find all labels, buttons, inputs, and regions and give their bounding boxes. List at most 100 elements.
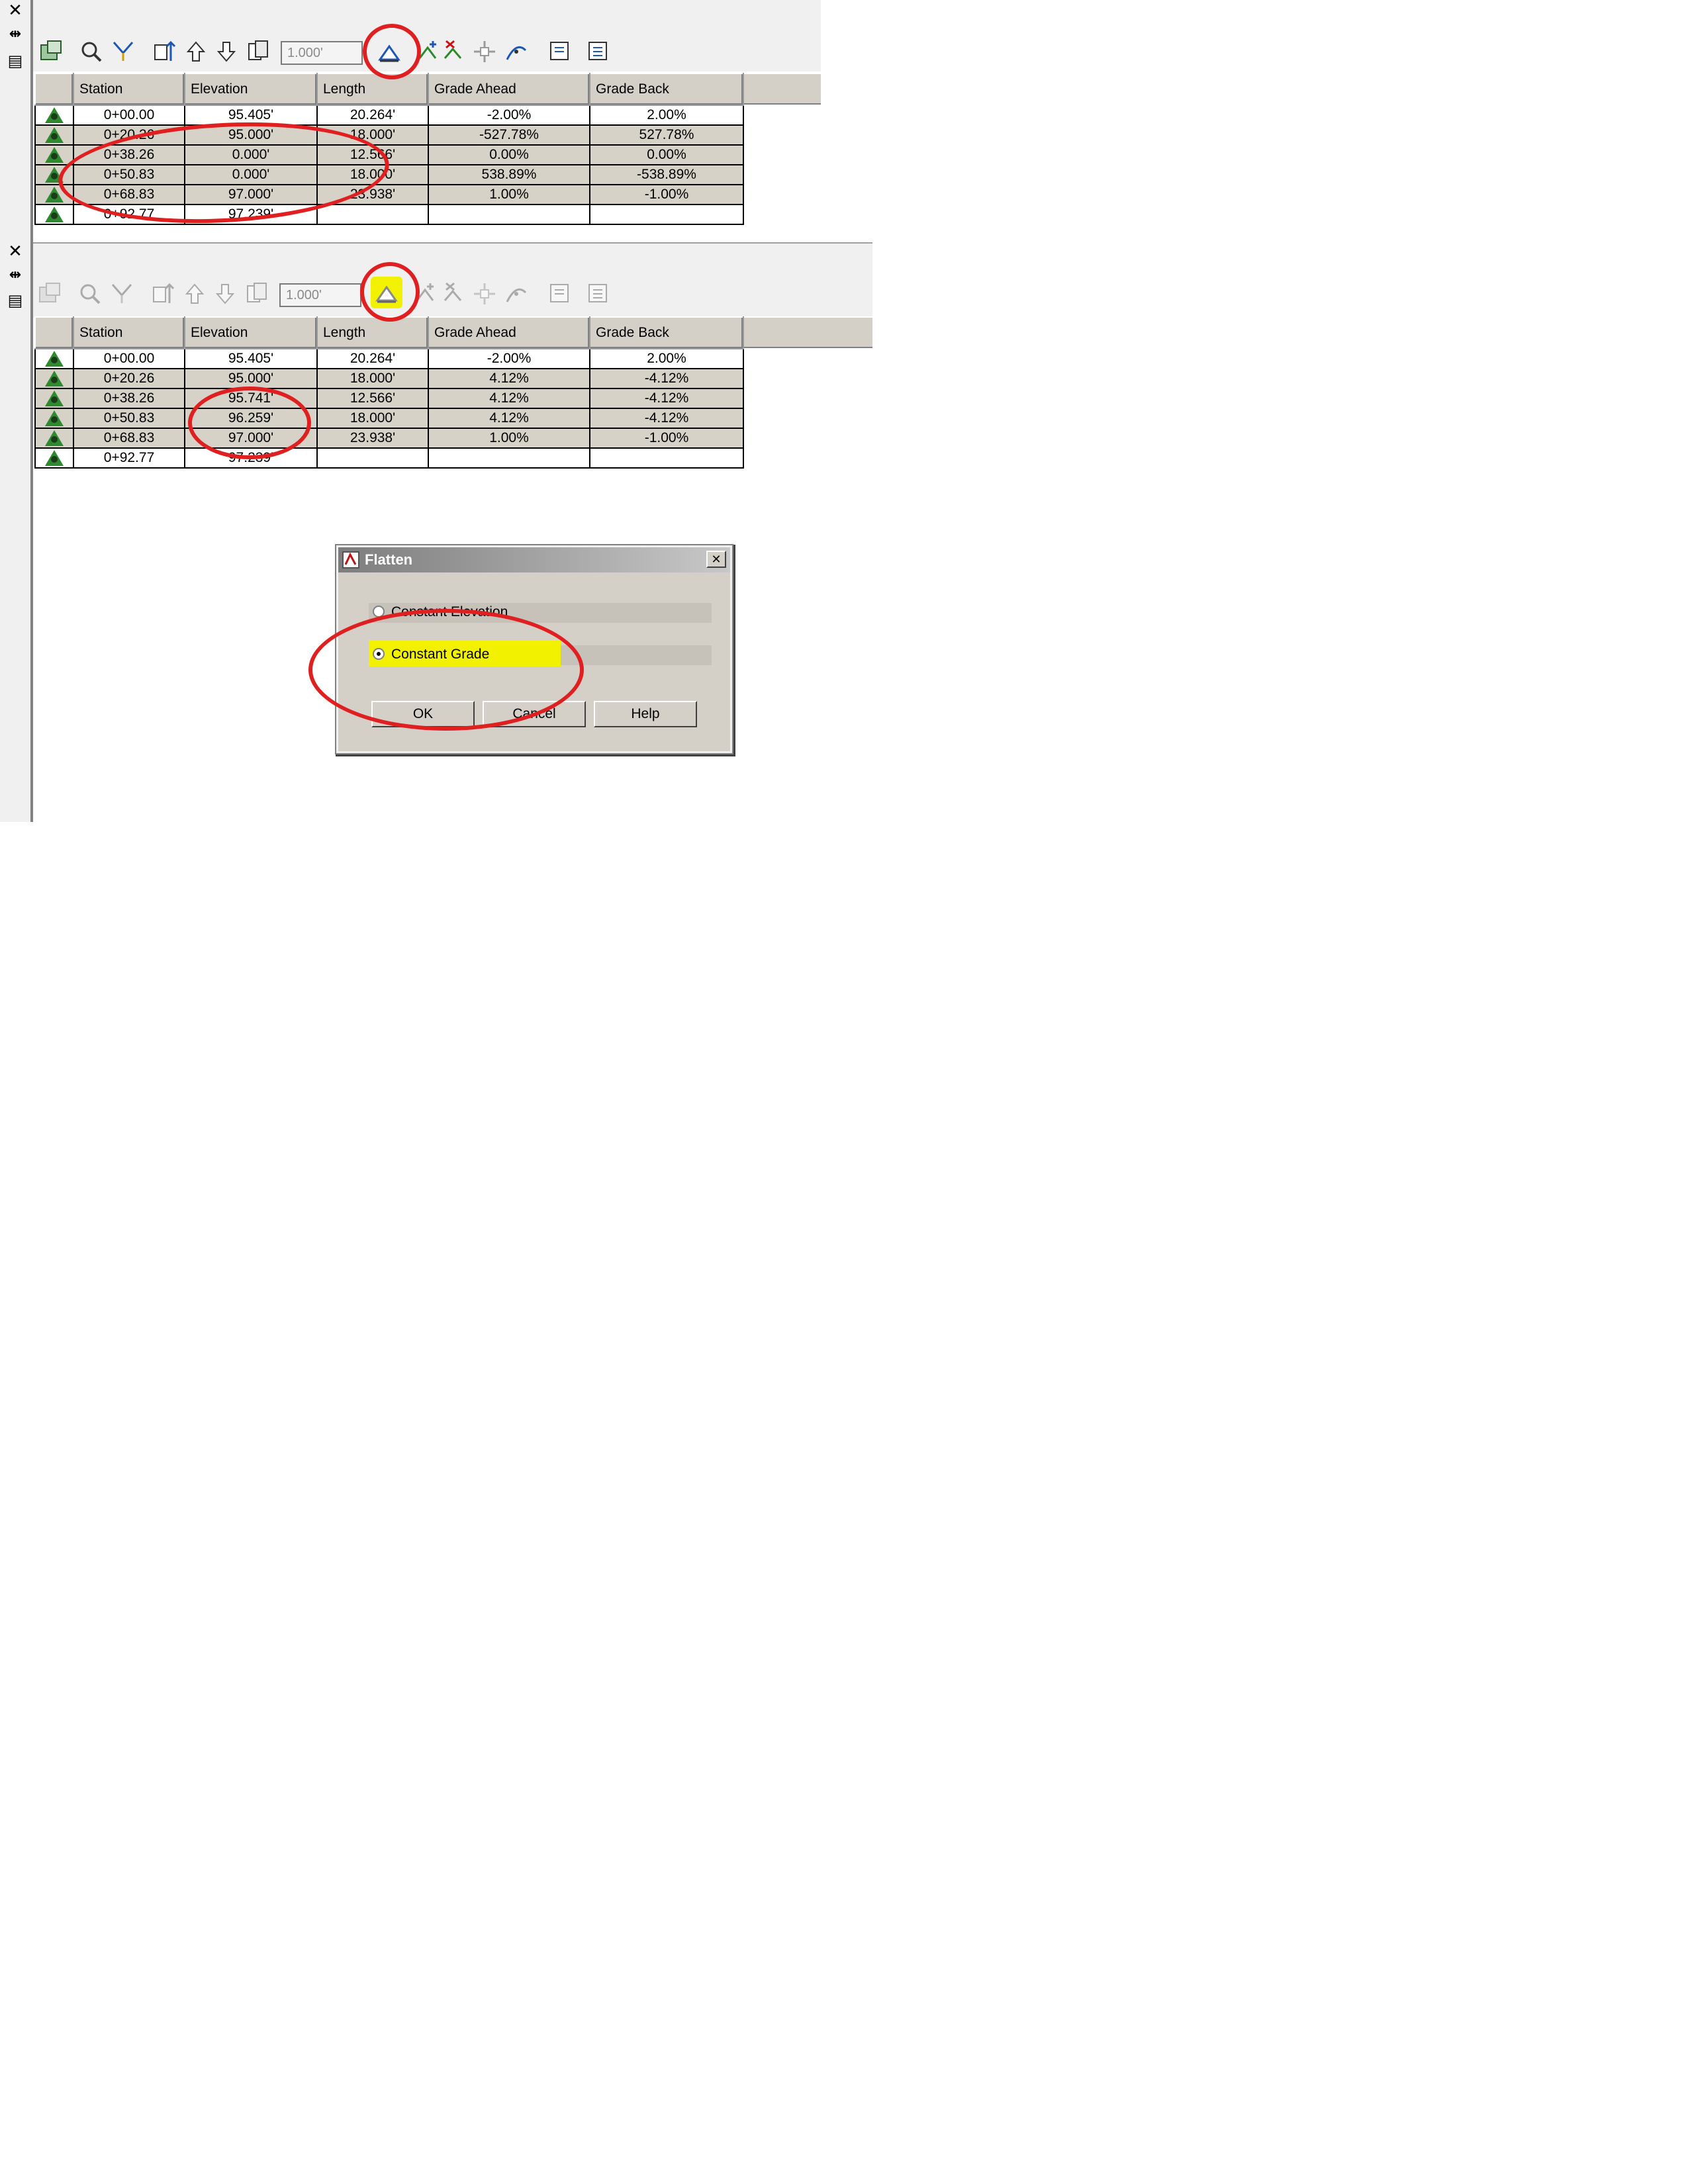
scale-input[interactable]: 1.000'	[279, 283, 361, 307]
column-header-grade-back[interactable]: Grade Back	[589, 73, 744, 106]
copy-profile-icon[interactable]	[244, 281, 270, 307]
help-button[interactable]: Help	[594, 701, 697, 727]
properties-icon[interactable]: ▤	[5, 52, 25, 70]
station-cell[interactable]: 0+00.00	[73, 348, 185, 369]
curve-icon[interactable]	[503, 38, 530, 65]
grade-back-cell[interactable]	[589, 447, 744, 469]
table-row[interactable]: 0+68.83 97.000' 23.938' 1.00% -1.00%	[34, 184, 744, 205]
table-row[interactable]: 0+50.83 96.259' 18.000' 4.12% -4.12%	[34, 408, 744, 429]
dock-icon[interactable]: ⇹	[5, 25, 25, 44]
constant-elevation-radio[interactable]	[373, 606, 385, 617]
zoom-icon[interactable]	[77, 281, 103, 307]
elevation-cell[interactable]: 95.405'	[184, 348, 318, 369]
elevation-cell[interactable]: 96.259'	[184, 408, 318, 429]
station-cell[interactable]: 0+00.00	[73, 105, 185, 126]
elevation-cell[interactable]: 0.000'	[184, 164, 318, 185]
grade-ahead-cell[interactable]: -2.00%	[428, 348, 590, 369]
station-cell[interactable]: 0+68.83	[73, 184, 185, 205]
up-arrow-icon[interactable]	[183, 38, 209, 65]
grade-back-cell[interactable]: 2.00%	[589, 105, 744, 126]
select-pvi-icon[interactable]	[110, 38, 136, 65]
station-cell[interactable]: 0+20.26	[73, 124, 185, 146]
down-arrow-icon[interactable]	[213, 38, 240, 65]
elevation-cell[interactable]: 0.000'	[184, 144, 318, 165]
elevation-cell[interactable]: 97.000'	[184, 184, 318, 205]
length-cell[interactable]: 18.000'	[316, 408, 429, 429]
grade-back-cell[interactable]: 0.00%	[589, 144, 744, 165]
grade-ahead-cell[interactable]: -2.00%	[428, 105, 590, 126]
station-cell[interactable]: 0+20.26	[73, 368, 185, 389]
length-cell[interactable]: 20.264'	[316, 348, 429, 369]
close-icon[interactable]: ✕	[706, 551, 726, 568]
grade-back-cell[interactable]	[589, 204, 744, 225]
grade-back-cell[interactable]: -538.89%	[589, 164, 744, 185]
length-cell[interactable]: 23.938'	[316, 428, 429, 449]
column-header-grade-back[interactable]: Grade Back	[589, 316, 744, 349]
elevation-cell[interactable]: 95.000'	[184, 124, 318, 146]
column-header-grade-ahead[interactable]: Grade Ahead	[428, 73, 590, 106]
station-cell[interactable]: 0+68.83	[73, 428, 185, 449]
select-pvi-icon[interactable]	[109, 281, 135, 307]
export-icon[interactable]	[547, 38, 573, 65]
grade-back-cell[interactable]: -1.00%	[589, 184, 744, 205]
table-row[interactable]: 0+92.77 97.239'	[34, 447, 744, 469]
settings-icon[interactable]	[585, 38, 612, 65]
scale-input[interactable]: 1.000'	[281, 41, 363, 65]
grade-ahead-cell[interactable]: 1.00%	[428, 428, 590, 449]
copy-profile-icon[interactable]	[245, 38, 271, 65]
grade-back-cell[interactable]: -4.12%	[589, 368, 744, 389]
length-cell[interactable]: 18.000'	[316, 164, 429, 185]
table-row[interactable]: 0+00.00 95.405' 20.264' -2.00% 2.00%	[34, 105, 744, 126]
export-icon[interactable]	[547, 281, 573, 307]
column-header-elevation[interactable]: Elevation	[184, 73, 318, 106]
flatten-icon[interactable]	[376, 40, 402, 66]
station-cell[interactable]: 0+50.83	[73, 408, 185, 429]
raise-lower-icon[interactable]	[151, 38, 177, 65]
table-row[interactable]: 0+20.26 95.000' 18.000' 4.12% -4.12%	[34, 368, 744, 389]
table-row[interactable]: 0+38.26 0.000' 12.566' 0.00% 0.00%	[34, 144, 744, 165]
close-icon[interactable]: ✕	[5, 1, 25, 20]
move-pvi-icon[interactable]	[471, 38, 498, 65]
length-cell[interactable]	[316, 447, 429, 469]
table-row[interactable]: 0+50.83 0.000' 18.000' 538.89% -538.89%	[34, 164, 744, 185]
constant-grade-label[interactable]: Constant Grade	[391, 647, 489, 662]
delete-pvi-icon[interactable]	[440, 281, 466, 307]
elevation-cell[interactable]: 97.239'	[184, 204, 318, 225]
elevation-cell[interactable]: 97.239'	[184, 447, 318, 469]
length-cell[interactable]	[316, 204, 429, 225]
grade-back-cell[interactable]: -1.00%	[589, 428, 744, 449]
icon-column-header[interactable]	[34, 73, 74, 106]
elevation-cell[interactable]: 95.000'	[184, 368, 318, 389]
elevation-cell[interactable]: 97.000'	[184, 428, 318, 449]
cancel-button[interactable]: Cancel	[483, 701, 586, 727]
close-icon[interactable]: ✕	[5, 242, 25, 261]
table-row[interactable]: 0+00.00 95.405' 20.264' -2.00% 2.00%	[34, 348, 744, 369]
grade-ahead-cell[interactable]: 538.89%	[428, 164, 590, 185]
icon-column-header[interactable]	[34, 316, 74, 349]
settings-icon[interactable]	[585, 281, 612, 307]
insert-pvi-icon[interactable]	[414, 38, 441, 65]
station-cell[interactable]: 0+38.26	[73, 388, 185, 409]
move-pvi-icon[interactable]	[471, 281, 498, 307]
column-header-grade-ahead[interactable]: Grade Ahead	[428, 316, 590, 349]
station-cell[interactable]: 0+38.26	[73, 144, 185, 165]
insert-pvi-icon[interactable]	[412, 281, 438, 307]
grade-ahead-cell[interactable]	[428, 447, 590, 469]
up-arrow-icon[interactable]	[181, 281, 208, 307]
grade-back-cell[interactable]: -4.12%	[589, 408, 744, 429]
column-header-length[interactable]: Length	[316, 316, 429, 349]
down-arrow-icon[interactable]	[212, 281, 238, 307]
grade-ahead-cell[interactable]: 0.00%	[428, 144, 590, 165]
flatten-icon[interactable]	[373, 281, 400, 307]
grade-ahead-cell[interactable]: -527.78%	[428, 124, 590, 146]
grade-ahead-cell[interactable]: 4.12%	[428, 408, 590, 429]
grade-ahead-cell[interactable]	[428, 204, 590, 225]
elevation-cell[interactable]: 95.405'	[184, 105, 318, 126]
constant-elevation-label[interactable]: Constant Elevation	[391, 604, 508, 620]
grade-ahead-cell[interactable]: 1.00%	[428, 184, 590, 205]
pvi-table-icon[interactable]	[38, 38, 65, 65]
station-cell[interactable]: 0+92.77	[73, 447, 185, 469]
table-row[interactable]: 0+38.26 95.741' 12.566' 4.12% -4.12%	[34, 388, 744, 409]
curve-icon[interactable]	[503, 281, 530, 307]
zoom-icon[interactable]	[78, 38, 105, 65]
